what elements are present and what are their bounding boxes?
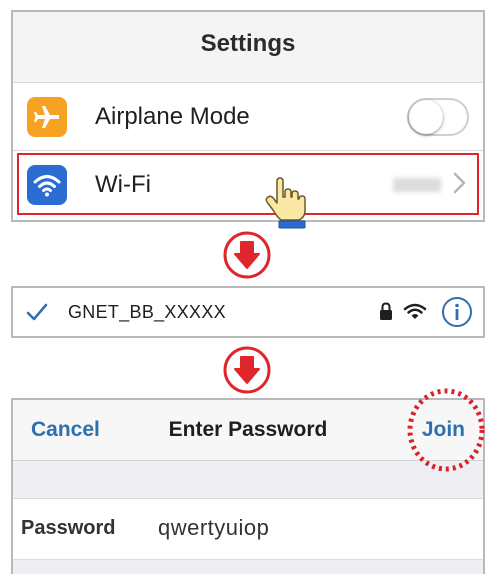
checkmark-icon [26, 303, 48, 321]
network-name: GNET_BB_XXXXX [68, 302, 226, 322]
wifi-highlight-box [17, 153, 479, 215]
cancel-button[interactable]: Cancel [31, 418, 100, 442]
settings-panel: Settings Airplane Mode Wi-Fi [11, 10, 485, 229]
airplane-icon [27, 97, 67, 137]
join-highlight-circle [407, 388, 485, 472]
wifi-icon [403, 303, 427, 319]
toggle-knob [409, 100, 443, 134]
page-title: Settings [200, 30, 296, 57]
password-dialog: Enter Password Cancel Join Password qwer… [11, 388, 485, 574]
arrow-down-icon [223, 231, 271, 279]
settings-header: Settings [13, 12, 483, 83]
airplane-mode-label: Airplane Mode [95, 103, 250, 130]
pointing-hand-icon [265, 177, 306, 229]
arrow-down-icon [223, 346, 271, 394]
password-input[interactable]: qwertyuiop [158, 515, 269, 541]
info-icon[interactable] [441, 296, 473, 328]
password-label: Password [21, 517, 116, 539]
password-field-row[interactable]: Password qwertyuiop [13, 498, 483, 560]
settings-row-airplane-mode[interactable]: Airplane Mode [13, 84, 483, 151]
airplane-mode-toggle[interactable] [407, 98, 469, 136]
network-row[interactable]: GNET_BB_XXXXX [11, 286, 485, 338]
lock-icon [380, 302, 392, 320]
